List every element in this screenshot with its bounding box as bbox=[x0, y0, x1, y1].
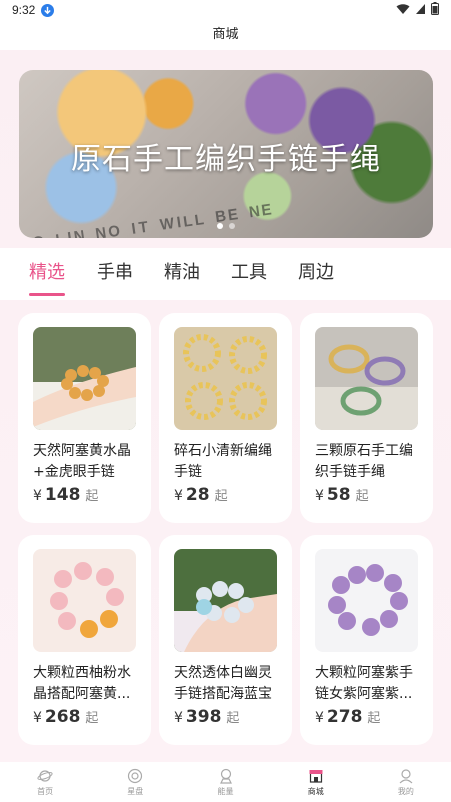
product-card[interactable]: 天然透体白幽灵手链搭配海蓝宝 ¥ 398 起 bbox=[159, 535, 292, 745]
product-name: 天然透体白幽灵手链搭配海蓝宝 bbox=[174, 665, 272, 702]
product-price: ¥ 58 起 bbox=[315, 485, 369, 505]
price-value: 28 bbox=[185, 485, 210, 505]
banner-title: 原石手工编织手链手绳 bbox=[71, 142, 381, 177]
nav-label: 首页 bbox=[37, 786, 54, 796]
profile-icon bbox=[399, 768, 413, 783]
product-image bbox=[315, 549, 418, 652]
nav-shop[interactable]: 商城 bbox=[271, 762, 361, 802]
promo-banner[interactable]: ᴺᴼ ᴸᴵᴺ ᴺᴼ ᴵᵀ ᵂᴵᴸᴸ ᴮᴱ ᴺᴱ 原石手工编织手链手绳 bbox=[19, 70, 433, 238]
tab-label: 精油 bbox=[164, 262, 200, 283]
product-image bbox=[33, 549, 136, 652]
status-time: 9:32 bbox=[12, 3, 36, 17]
product-card[interactable]: 碎石小清新编绳手链 ¥ 28 起 bbox=[159, 313, 292, 523]
currency-symbol: ¥ bbox=[174, 710, 183, 726]
currency-symbol: ¥ bbox=[33, 488, 42, 504]
product-image bbox=[174, 327, 277, 430]
status-bar: 9:32 bbox=[0, 0, 451, 20]
price-unit: 起 bbox=[355, 489, 369, 504]
tab-essential-oils[interactable]: 精油 bbox=[164, 258, 200, 290]
tab-label: 手串 bbox=[97, 262, 133, 283]
price-unit: 起 bbox=[214, 489, 228, 504]
nav-profile[interactable]: 我的 bbox=[361, 762, 451, 802]
product-name: 大颗粒阿塞紫手链女紫阿塞紫... bbox=[315, 665, 413, 702]
product-image bbox=[174, 549, 277, 652]
tab-featured[interactable]: 精选 bbox=[29, 258, 65, 296]
nav-label: 我的 bbox=[397, 786, 414, 796]
nav-astrolabe[interactable]: 星盘 bbox=[90, 762, 180, 802]
product-name: 天然阿塞黄水晶+金虎眼手链 bbox=[33, 443, 131, 480]
shop-icon bbox=[309, 769, 323, 783]
tab-bracelets[interactable]: 手串 bbox=[97, 258, 133, 290]
price-unit: 起 bbox=[226, 711, 240, 726]
product-name: 三颗原石手工编织手链手绳 bbox=[315, 443, 413, 480]
nav-energy[interactable]: 能量 bbox=[180, 762, 270, 802]
wifi-icon bbox=[396, 3, 410, 18]
product-price: ¥ 398 起 bbox=[174, 707, 239, 727]
product-image bbox=[33, 327, 136, 430]
currency-symbol: ¥ bbox=[33, 710, 42, 726]
product-price: ¥ 148 起 bbox=[33, 485, 98, 505]
astrolabe-icon bbox=[128, 768, 143, 783]
price-value: 268 bbox=[44, 707, 81, 727]
price-value: 278 bbox=[326, 707, 363, 727]
banner-pagination bbox=[19, 223, 433, 229]
active-tab-indicator bbox=[29, 293, 65, 296]
download-icon bbox=[41, 3, 55, 17]
nav-home[interactable]: 首页 bbox=[0, 762, 90, 802]
tab-label: 周边 bbox=[298, 262, 334, 283]
product-card[interactable]: 天然阿塞黄水晶+金虎眼手链 ¥ 148 起 bbox=[18, 313, 151, 523]
price-value: 148 bbox=[44, 485, 81, 505]
tab-merchandise[interactable]: 周边 bbox=[298, 258, 334, 290]
nav-label: 能量 bbox=[217, 786, 234, 796]
banner-dot[interactable] bbox=[217, 223, 223, 229]
bottom-nav: 首页 星盘 能量 商城 我的 bbox=[0, 762, 451, 802]
tab-label: 精选 bbox=[29, 262, 65, 283]
currency-symbol: ¥ bbox=[174, 488, 183, 504]
price-value: 58 bbox=[326, 485, 351, 505]
product-price: ¥ 268 起 bbox=[33, 707, 98, 727]
nav-label: 商城 bbox=[307, 786, 324, 796]
price-value: 398 bbox=[185, 707, 222, 727]
product-card[interactable]: 三颗原石手工编织手链手绳 ¥ 58 起 bbox=[300, 313, 433, 523]
planet-icon bbox=[37, 769, 53, 782]
product-card[interactable]: 大颗粒阿塞紫手链女紫阿塞紫... ¥ 278 起 bbox=[300, 535, 433, 745]
product-name: 大颗粒西柚粉水晶搭配阿塞黄... bbox=[33, 665, 131, 702]
product-price: ¥ 278 起 bbox=[315, 707, 380, 727]
category-tabs: 精选 手串 精油 工具 周边 bbox=[0, 248, 451, 300]
price-unit: 起 bbox=[85, 711, 99, 726]
product-card[interactable]: 大颗粒西柚粉水晶搭配阿塞黄... ¥ 268 起 bbox=[18, 535, 151, 745]
tab-tools[interactable]: 工具 bbox=[231, 258, 267, 290]
product-image bbox=[315, 327, 418, 430]
battery-icon bbox=[431, 2, 439, 18]
signal-icon bbox=[415, 3, 426, 18]
energy-icon bbox=[219, 768, 232, 784]
nav-label: 星盘 bbox=[127, 786, 144, 796]
product-name: 碎石小清新编绳手链 bbox=[174, 443, 272, 480]
product-price: ¥ 28 起 bbox=[174, 485, 228, 505]
currency-symbol: ¥ bbox=[315, 488, 324, 504]
page-title: 商城 bbox=[0, 20, 451, 50]
price-unit: 起 bbox=[85, 489, 99, 504]
banner-dot[interactable] bbox=[229, 223, 235, 229]
tab-label: 工具 bbox=[231, 262, 267, 283]
currency-symbol: ¥ bbox=[315, 710, 324, 726]
price-unit: 起 bbox=[367, 711, 381, 726]
